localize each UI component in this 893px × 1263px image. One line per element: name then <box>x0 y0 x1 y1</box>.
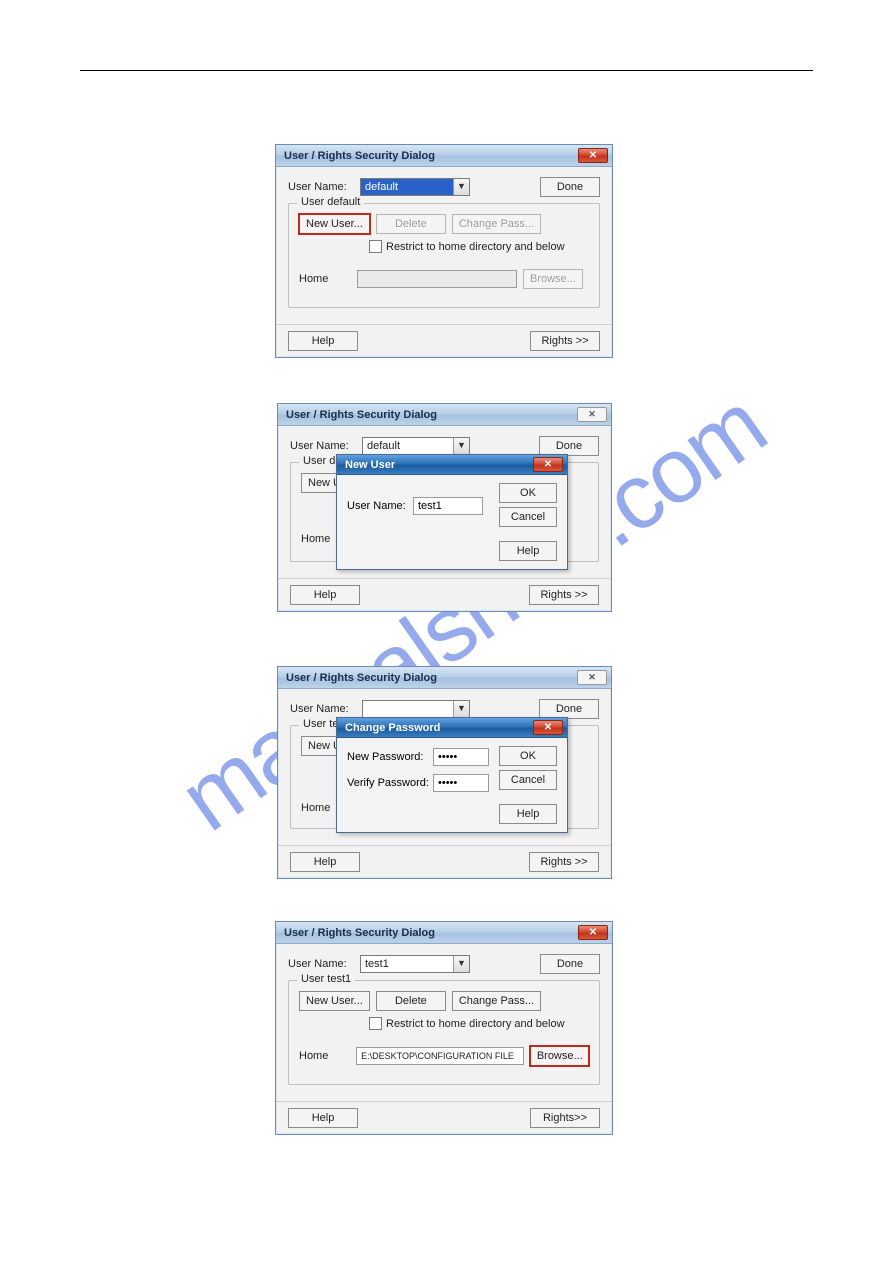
dialog-title: User / Rights Security Dialog <box>286 409 577 421</box>
done-button[interactable]: Done <box>539 436 599 456</box>
user-name-combo[interactable]: test1 ▼ <box>360 955 470 973</box>
combo-value: default <box>361 179 453 195</box>
new-user-subdialog: New User ✕ User Name: test1 OK Cancel He… <box>336 454 568 570</box>
user-name-field[interactable]: test1 <box>413 497 483 515</box>
ok-button[interactable]: OK <box>499 746 557 766</box>
user-name-label: User Name: <box>288 181 360 193</box>
user-name-label: User Name: <box>288 958 360 970</box>
help-button[interactable]: Help <box>288 331 358 351</box>
titlebar: User / Rights Security Dialog ✕ <box>276 922 612 944</box>
user-name-label: User Name: <box>290 703 362 715</box>
titlebar: Change Password ✕ <box>337 718 567 738</box>
rights-button[interactable]: Rights>> <box>530 1108 600 1128</box>
dialog-title: Change Password <box>345 722 533 734</box>
close-icon[interactable]: ✕ <box>577 407 607 422</box>
chevron-down-icon[interactable]: ▼ <box>453 701 469 717</box>
group-label: User default <box>297 196 364 208</box>
close-icon[interactable]: ✕ <box>578 148 608 163</box>
new-user-button[interactable]: New User... <box>299 991 370 1011</box>
cancel-button[interactable]: Cancel <box>499 507 557 527</box>
verify-password-field[interactable]: ••••• <box>433 774 489 792</box>
dialog-title: User / Rights Security Dialog <box>284 150 578 162</box>
new-password-field[interactable]: ••••• <box>433 748 489 766</box>
ok-button[interactable]: OK <box>499 483 557 503</box>
rights-button[interactable]: Rights >> <box>530 331 600 351</box>
change-password-subdialog: Change Password ✕ New Password: ••••• Ve… <box>336 717 568 833</box>
close-icon[interactable]: ✕ <box>533 720 563 735</box>
done-button[interactable]: Done <box>540 954 600 974</box>
cancel-button[interactable]: Cancel <box>499 770 557 790</box>
combo-value: default <box>363 438 453 454</box>
user-name-combo[interactable]: default ▼ <box>362 437 470 455</box>
chevron-down-icon[interactable]: ▼ <box>453 179 469 195</box>
restrict-checkbox[interactable] <box>369 240 382 253</box>
help-button[interactable]: Help <box>290 585 360 605</box>
user-name-label: User Name: <box>347 500 413 512</box>
rights-button[interactable]: Rights >> <box>529 852 599 872</box>
new-password-label: New Password: <box>347 751 433 763</box>
user-name-label: User Name: <box>290 440 362 452</box>
rights-button[interactable]: Rights >> <box>529 585 599 605</box>
help-button[interactable]: Help <box>288 1108 358 1128</box>
group-label: User test1 <box>297 973 355 985</box>
dialog-title: User / Rights Security Dialog <box>286 672 577 684</box>
help-button[interactable]: Help <box>499 804 557 824</box>
help-button[interactable]: Help <box>290 852 360 872</box>
user-name-combo[interactable]: default ▼ <box>360 178 470 196</box>
dialog-user-rights-2: User / Rights Security Dialog ✕ User Nam… <box>277 403 612 612</box>
dialog-user-rights-4: User / Rights Security Dialog ✕ User Nam… <box>275 921 613 1135</box>
change-pass-button: Change Pass... <box>452 214 541 234</box>
combo-value <box>363 701 453 717</box>
done-button[interactable]: Done <box>539 699 599 719</box>
horizontal-rule <box>80 70 813 71</box>
titlebar: User / Rights Security Dialog ✕ <box>276 145 612 167</box>
home-label: Home <box>299 1050 356 1062</box>
home-field <box>357 270 517 288</box>
restrict-label: Restrict to home directory and below <box>386 241 565 253</box>
titlebar: User / Rights Security Dialog ✕ <box>278 404 611 426</box>
restrict-checkbox[interactable] <box>369 1017 382 1030</box>
verify-password-label: Verify Password: <box>347 777 433 789</box>
close-icon[interactable]: ✕ <box>533 457 563 472</box>
titlebar: New User ✕ <box>337 455 567 475</box>
dialog-title: User / Rights Security Dialog <box>284 927 578 939</box>
dialog-user-rights-1: User / Rights Security Dialog ✕ User Nam… <box>275 144 613 358</box>
user-name-combo[interactable]: ▼ <box>362 700 470 718</box>
dialog-user-rights-3: User / Rights Security Dialog ✕ User Nam… <box>277 666 612 879</box>
restrict-label: Restrict to home directory and below <box>386 1018 565 1030</box>
delete-button[interactable]: Delete <box>376 991 446 1011</box>
home-field[interactable]: E:\DESKTOP\CONFIGURATION FILE <box>356 1047 524 1065</box>
titlebar: User / Rights Security Dialog ✕ <box>278 667 611 689</box>
change-pass-button[interactable]: Change Pass... <box>452 991 541 1011</box>
chevron-down-icon[interactable]: ▼ <box>453 438 469 454</box>
home-label: Home <box>299 273 357 285</box>
combo-value: test1 <box>361 956 453 972</box>
new-user-button[interactable]: New User... <box>299 214 370 234</box>
close-icon[interactable]: ✕ <box>577 670 607 685</box>
browse-button: Browse... <box>523 269 583 289</box>
chevron-down-icon[interactable]: ▼ <box>453 956 469 972</box>
done-button[interactable]: Done <box>540 177 600 197</box>
dialog-title: New User <box>345 459 533 471</box>
delete-button: Delete <box>376 214 446 234</box>
browse-button[interactable]: Browse... <box>530 1046 589 1066</box>
help-button[interactable]: Help <box>499 541 557 561</box>
close-icon[interactable]: ✕ <box>578 925 608 940</box>
